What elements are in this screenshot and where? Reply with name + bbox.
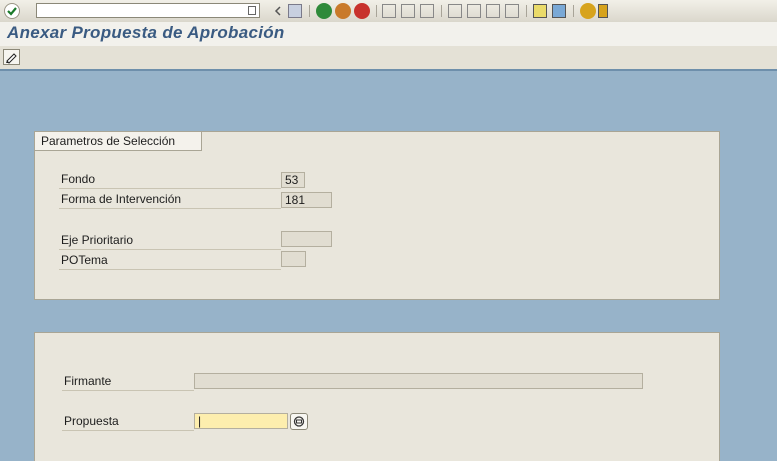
fondo-field[interactable]: 53: [281, 172, 305, 188]
separator: [573, 5, 574, 17]
command-history-icon[interactable]: [248, 6, 256, 15]
firmante-label: Firmante: [64, 374, 112, 388]
forma-intervencion-field[interactable]: 181: [281, 192, 332, 208]
firmante-field[interactable]: [194, 373, 643, 389]
find-next-icon[interactable]: [420, 4, 434, 18]
label-underline: [59, 269, 281, 270]
print-icon[interactable]: [382, 4, 396, 18]
layout-menu-icon[interactable]: [598, 4, 608, 18]
save-icon[interactable]: [288, 4, 302, 18]
label-underline: [59, 188, 281, 189]
fondo-label: Fondo: [61, 172, 96, 186]
separator: [526, 5, 527, 17]
eje-prioritario-label: Eje Prioritario: [61, 233, 134, 247]
find-icon[interactable]: [401, 4, 415, 18]
next-page-icon[interactable]: [486, 4, 500, 18]
page-title: Anexar Propuesta de Aprobación: [7, 23, 285, 42]
system-toolbar: [0, 0, 777, 23]
cancel-icon[interactable]: [354, 3, 370, 19]
eje-prioritario-field[interactable]: [281, 231, 332, 247]
back-icon[interactable]: [316, 3, 332, 19]
separator: [376, 5, 377, 17]
edit-pencil-icon[interactable]: [3, 49, 20, 65]
potema-field[interactable]: [281, 251, 306, 267]
selection-parameters-group: Parametros de Selección Fondo 53 Forma d…: [34, 131, 720, 300]
exit-icon[interactable]: [335, 3, 351, 19]
title-bar: Anexar Propuesta de Aprobación: [0, 22, 777, 46]
shortcut-icon[interactable]: [552, 4, 566, 18]
label-underline: [59, 249, 281, 250]
collapse-arrow-icon[interactable]: [271, 4, 285, 18]
enter-checkmark-icon[interactable]: [4, 3, 20, 19]
command-field[interactable]: [36, 3, 260, 18]
group-title: Parametros de Selección: [35, 132, 203, 151]
last-page-icon[interactable]: [505, 4, 519, 18]
search-help-icon[interactable]: [290, 413, 308, 430]
label-underline: [62, 390, 194, 391]
create-session-icon[interactable]: [533, 4, 547, 18]
propuesta-input[interactable]: |: [194, 413, 288, 429]
label-underline: [59, 208, 281, 209]
help-icon[interactable]: [580, 3, 596, 19]
first-page-icon[interactable]: [448, 4, 462, 18]
separator: [441, 5, 442, 17]
forma-intervencion-label: Forma de Intervención: [61, 192, 182, 206]
potema-label: POTema: [61, 253, 108, 267]
separator: [309, 5, 310, 17]
previous-page-icon[interactable]: [467, 4, 481, 18]
proposal-form-group: Firmante Propuesta |: [34, 332, 720, 461]
application-toolbar: [0, 46, 777, 71]
propuesta-label: Propuesta: [64, 414, 119, 428]
label-underline: [62, 430, 194, 431]
